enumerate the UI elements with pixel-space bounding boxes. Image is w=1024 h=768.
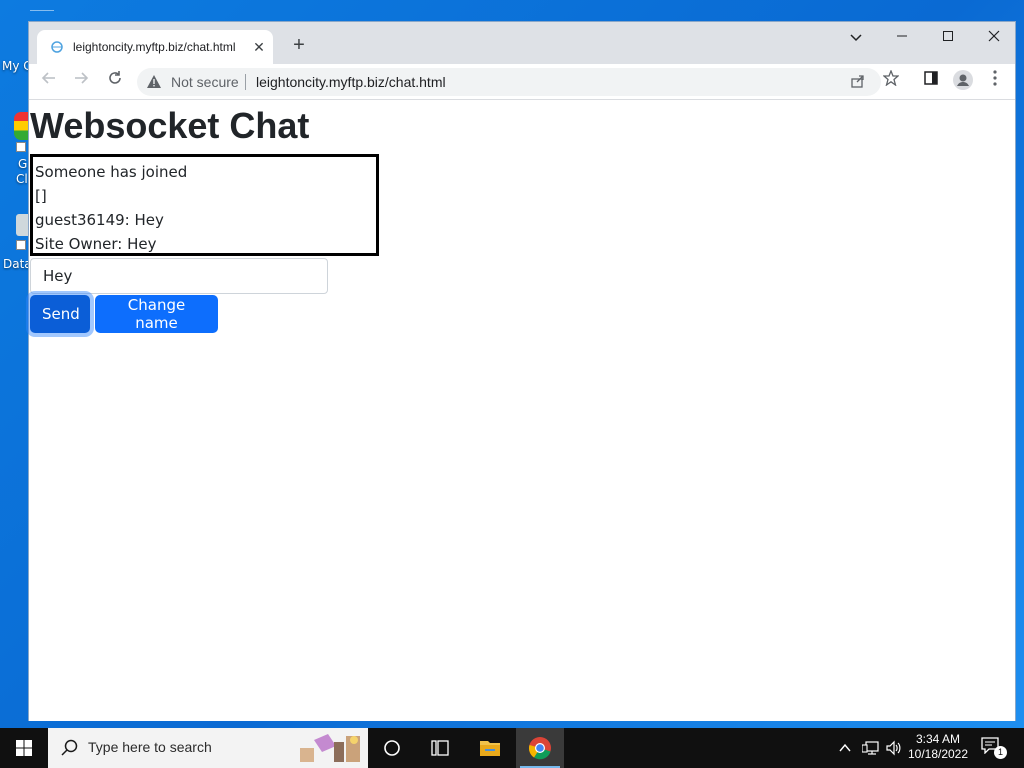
security-label[interactable]: Not secure — [171, 74, 239, 90]
cortana-button[interactable] — [368, 728, 416, 768]
network-icon[interactable] — [862, 740, 880, 756]
tab-title: leightoncity.myftp.biz/chat.html — [73, 40, 236, 54]
more-options-icon[interactable] — [983, 70, 1007, 94]
desktop-icon-label[interactable]: Cl — [16, 172, 28, 186]
search-placeholder: Type here to search — [88, 739, 212, 755]
warning-icon[interactable] — [147, 75, 161, 88]
address-bar[interactable]: Not secure leightoncity.myftp.biz/chat.h… — [137, 68, 881, 96]
chat-message: Someone has joined — [35, 163, 188, 181]
search-icon — [61, 739, 78, 756]
tab-chat[interactable]: leightoncity.myftp.biz/chat.html ✕ — [37, 30, 273, 64]
browser-window: leightoncity.myftp.biz/chat.html ✕ + Not… — [28, 21, 1016, 721]
volume-icon[interactable] — [886, 740, 902, 756]
taskbar-search[interactable]: Type here to search — [48, 728, 368, 768]
change-name-button[interactable]: Change name — [95, 295, 218, 333]
share-icon[interactable] — [849, 73, 867, 91]
shortcut-arrow-icon — [16, 240, 26, 250]
chrome-icon — [520, 737, 560, 768]
cortana-circle-icon — [384, 740, 400, 756]
forward-button[interactable] — [69, 70, 93, 94]
windows-logo-icon — [16, 740, 32, 756]
chat-message: [] — [35, 187, 47, 205]
chat-log: Someone has joined [] guest36149: Hey Si… — [30, 154, 379, 256]
send-button[interactable]: Send — [30, 295, 90, 333]
maximize-button[interactable] — [933, 26, 963, 48]
side-panel-icon[interactable] — [919, 70, 943, 94]
globe-icon — [51, 41, 63, 53]
database-shortcut-icon[interactable] — [16, 214, 28, 236]
taskbar: Type here to search 3:34 AM 10/18/2022 1 — [0, 728, 1024, 768]
profile-avatar-icon[interactable] — [951, 70, 975, 94]
clock-date: 10/18/2022 — [907, 747, 969, 761]
tab-search-icon[interactable] — [841, 26, 871, 48]
url-text[interactable]: leightoncity.myftp.biz/chat.html — [256, 74, 446, 90]
chrome-shortcut-icon[interactable] — [14, 112, 28, 140]
chrome-taskbar-button[interactable] — [516, 728, 564, 768]
reload-button[interactable] — [103, 70, 127, 94]
task-view-icon — [431, 740, 449, 756]
page-title: Websocket Chat — [30, 105, 310, 146]
close-window-button[interactable] — [979, 26, 1009, 48]
close-tab-icon[interactable]: ✕ — [251, 39, 267, 55]
back-button[interactable] — [37, 70, 61, 94]
browser-toolbar: Not secure leightoncity.myftp.biz/chat.h… — [29, 64, 1015, 100]
desktop-icon-label[interactable]: G — [18, 157, 27, 171]
bookmark-star-icon[interactable] — [879, 69, 903, 94]
chat-message: guest36149: Hey — [35, 211, 164, 229]
taskbar-clock[interactable]: 3:34 AM 10/18/2022 — [906, 732, 970, 762]
chevron-up-icon[interactable] — [838, 741, 852, 755]
shortcut-arrow-icon — [16, 142, 26, 152]
file-explorer-button[interactable] — [466, 728, 514, 768]
task-view-button[interactable] — [416, 728, 464, 768]
new-tab-button[interactable]: + — [287, 34, 311, 58]
message-input[interactable] — [30, 258, 328, 294]
folder-icon — [480, 741, 500, 756]
page-content: Websocket Chat Someone has joined [] gue… — [29, 101, 1015, 721]
clock-time: 3:34 AM — [915, 732, 961, 746]
search-highlight-illustration — [294, 730, 366, 766]
notification-count-badge: 1 — [994, 746, 1007, 759]
tab-strip: leightoncity.myftp.biz/chat.html ✕ + — [29, 22, 1015, 64]
omnibox-divider — [245, 74, 246, 90]
start-button[interactable] — [0, 728, 48, 768]
minimize-button[interactable] — [887, 26, 917, 48]
notification-button[interactable]: 1 — [980, 736, 1007, 760]
chat-message: Site Owner: Hey — [35, 235, 157, 253]
